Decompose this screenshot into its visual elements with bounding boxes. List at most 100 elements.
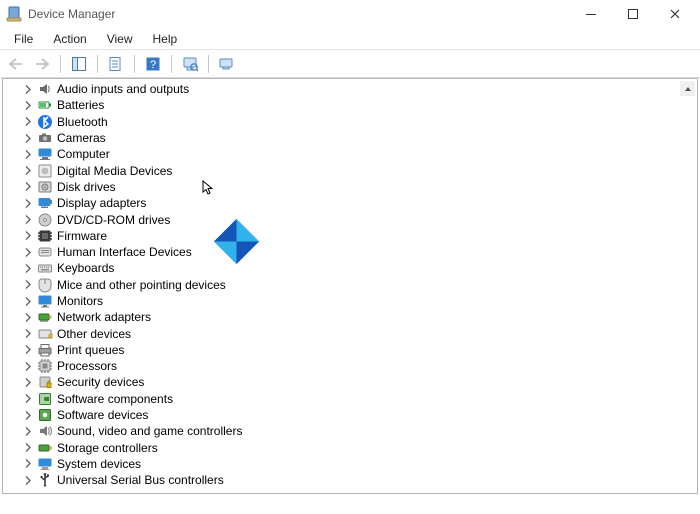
- expand-icon[interactable]: [21, 215, 35, 224]
- nav-forward-button[interactable]: [30, 52, 54, 76]
- tree-item-audio-inputs-and-outputs[interactable]: Audio inputs and outputs: [7, 81, 697, 97]
- mice-and-other-pointing-devices-icon: [37, 277, 53, 293]
- expand-icon[interactable]: [21, 329, 35, 338]
- expand-icon[interactable]: [21, 459, 35, 468]
- tree-item-label: Sound, video and game controllers: [57, 423, 242, 439]
- expand-icon[interactable]: [21, 264, 35, 273]
- tree-item-processors[interactable]: Processors: [7, 358, 697, 374]
- menu-help[interactable]: Help: [145, 30, 186, 48]
- tree-item-disk-drives[interactable]: Disk drives: [7, 179, 697, 195]
- tree-item-label: Software devices: [57, 407, 148, 423]
- tree-item-mice-and-other-pointing-devices[interactable]: Mice and other pointing devices: [7, 277, 697, 293]
- nav-back-button[interactable]: [4, 52, 28, 76]
- security-devices-icon: [37, 374, 53, 390]
- tree-item-label: Batteries: [57, 97, 104, 113]
- minimize-button[interactable]: [570, 0, 612, 28]
- device-tree[interactable]: Audio inputs and outputsBatteriesBluetoo…: [3, 79, 697, 490]
- tree-item-label: Firmware: [57, 228, 107, 244]
- cameras-icon: [37, 130, 53, 146]
- tree-item-system-devices[interactable]: System devices: [7, 456, 697, 472]
- tree-item-label: Computer: [57, 146, 110, 162]
- digital-media-devices-icon: [37, 163, 53, 179]
- sound-video-and-game-controllers-icon: [37, 423, 53, 439]
- close-button[interactable]: [654, 0, 696, 28]
- tree-item-label: Print queues: [57, 342, 124, 358]
- tree-item-digital-media-devices[interactable]: Digital Media Devices: [7, 162, 697, 178]
- tree-item-software-devices[interactable]: Software devices: [7, 407, 697, 423]
- expand-icon[interactable]: [21, 199, 35, 208]
- expand-icon[interactable]: [21, 150, 35, 159]
- expand-icon[interactable]: [21, 394, 35, 403]
- print-queues-icon: [37, 342, 53, 358]
- bluetooth-icon: [37, 114, 53, 130]
- tree-item-software-components[interactable]: Software components: [7, 391, 697, 407]
- tree-item-bluetooth[interactable]: Bluetooth: [7, 114, 697, 130]
- menu-action[interactable]: Action: [45, 30, 94, 48]
- tree-item-network-adapters[interactable]: Network adapters: [7, 309, 697, 325]
- svg-text:?: ?: [150, 59, 156, 71]
- expand-icon[interactable]: [21, 280, 35, 289]
- tree-item-keyboards[interactable]: Keyboards: [7, 260, 697, 276]
- tree-item-storage-controllers[interactable]: Storage controllers: [7, 440, 697, 456]
- expand-icon[interactable]: [21, 182, 35, 191]
- expand-icon[interactable]: [21, 248, 35, 257]
- help-button[interactable]: ?: [141, 52, 165, 76]
- tree-item-dvd-cd-rom-drives[interactable]: DVD/CD-ROM drives: [7, 211, 697, 227]
- disk-drives-icon: [37, 179, 53, 195]
- expand-icon[interactable]: [21, 411, 35, 420]
- app-icon: [6, 6, 22, 22]
- scan-hardware-button[interactable]: [178, 52, 202, 76]
- expand-icon[interactable]: [21, 476, 35, 485]
- tree-item-cameras[interactable]: Cameras: [7, 130, 697, 146]
- tree-item-label: Software components: [57, 391, 173, 407]
- expand-icon[interactable]: [21, 427, 35, 436]
- tree-item-label: Cameras: [57, 130, 106, 146]
- scrollbar-up-button[interactable]: [680, 81, 695, 96]
- expand-icon[interactable]: [21, 378, 35, 387]
- tree-item-label: Disk drives: [57, 179, 116, 195]
- add-legacy-hardware-button[interactable]: [215, 52, 239, 76]
- tree-item-label: Storage controllers: [57, 440, 158, 456]
- tree-item-computer[interactable]: Computer: [7, 146, 697, 162]
- display-adapters-icon: [37, 195, 53, 211]
- human-interface-devices-icon: [37, 244, 53, 260]
- expand-icon[interactable]: [21, 85, 35, 94]
- expand-icon[interactable]: [21, 166, 35, 175]
- menu-file[interactable]: File: [6, 30, 41, 48]
- tree-item-label: Universal Serial Bus controllers: [57, 472, 224, 488]
- software-devices-icon: [37, 407, 53, 423]
- monitors-icon: [37, 293, 53, 309]
- tree-item-label: Security devices: [57, 374, 144, 390]
- expand-icon[interactable]: [21, 297, 35, 306]
- tree-item-sound-video-and-game-controllers[interactable]: Sound, video and game controllers: [7, 423, 697, 439]
- expand-icon[interactable]: [21, 134, 35, 143]
- statusbar-gap: [0, 494, 700, 514]
- tree-item-universal-serial-bus-controllers[interactable]: Universal Serial Bus controllers: [7, 472, 697, 488]
- tree-item-security-devices[interactable]: Security devices: [7, 374, 697, 390]
- tree-item-display-adapters[interactable]: Display adapters: [7, 195, 697, 211]
- expand-icon[interactable]: [21, 345, 35, 354]
- toolbar-separator: [134, 55, 135, 73]
- maximize-button[interactable]: [612, 0, 654, 28]
- tree-item-print-queues[interactable]: Print queues: [7, 342, 697, 358]
- expand-icon[interactable]: [21, 443, 35, 452]
- tree-item-other-devices[interactable]: Other devices: [7, 325, 697, 341]
- expand-icon[interactable]: [21, 231, 35, 240]
- expand-icon[interactable]: [21, 362, 35, 371]
- show-hide-console-tree-button[interactable]: [67, 52, 91, 76]
- tree-item-human-interface-devices[interactable]: Human Interface Devices: [7, 244, 697, 260]
- overlay-logo: [214, 219, 259, 264]
- expand-icon[interactable]: [21, 117, 35, 126]
- processors-icon: [37, 358, 53, 374]
- tree-item-batteries[interactable]: Batteries: [7, 97, 697, 113]
- expand-icon[interactable]: [21, 101, 35, 110]
- software-components-icon: [37, 391, 53, 407]
- storage-controllers-icon: [37, 440, 53, 456]
- window-title: Device Manager: [28, 7, 570, 21]
- tree-item-monitors[interactable]: Monitors: [7, 293, 697, 309]
- tree-item-firmware[interactable]: Firmware: [7, 228, 697, 244]
- properties-button[interactable]: [104, 52, 128, 76]
- tree-item-label: Other devices: [57, 326, 131, 342]
- expand-icon[interactable]: [21, 313, 35, 322]
- menu-view[interactable]: View: [99, 30, 141, 48]
